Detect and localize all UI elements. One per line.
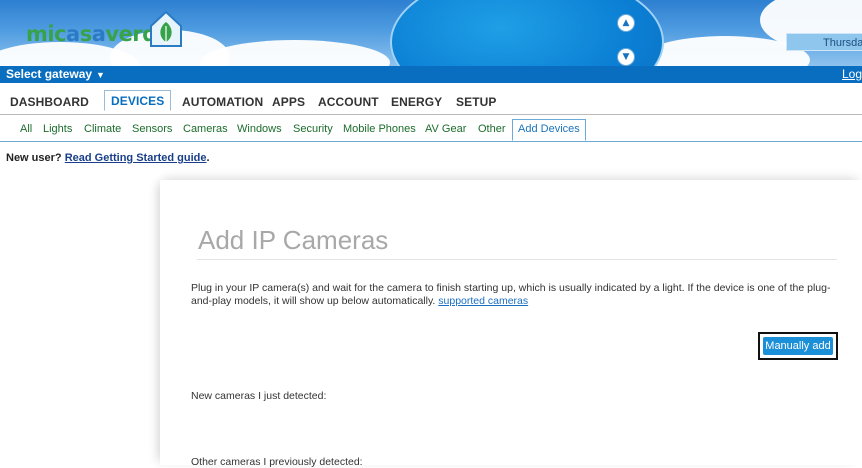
category-lights[interactable]: Lights <box>43 123 72 135</box>
gateway-bar: Select gateway ▼ Log <box>0 66 862 83</box>
manually-add-button[interactable]: Manually add <box>763 337 833 355</box>
logout-link[interactable]: Log <box>842 66 862 83</box>
new-user-suffix: . <box>206 152 210 164</box>
select-gateway-label: Select gateway <box>6 67 93 81</box>
main-nav: DASHBOARD DEVICES AUTOMATION APPS ACCOUN… <box>0 90 862 115</box>
tab-devices[interactable]: DEVICES <box>104 90 172 111</box>
category-all[interactable]: All <box>20 123 32 135</box>
category-windows[interactable]: Windows <box>237 123 282 135</box>
category-cameras[interactable]: Cameras <box>183 123 228 135</box>
new-user-prefix: New user? <box>6 152 62 164</box>
tab-apps[interactable]: APPS <box>272 95 305 109</box>
category-sensors[interactable]: Sensors <box>132 123 172 135</box>
manually-add-highlight: Manually add <box>758 332 838 360</box>
category-climate[interactable]: Climate <box>84 123 121 135</box>
category-av-gear[interactable]: AV Gear <box>425 123 466 135</box>
getting-started-link[interactable]: Read Getting Started guide <box>65 152 207 164</box>
scroll-down-icon[interactable]: ▼ <box>617 48 635 66</box>
date-display: Thursda <box>786 33 862 51</box>
chevron-down-icon: ▼ <box>96 70 105 80</box>
category-mobile-phones[interactable]: Mobile Phones <box>343 123 416 135</box>
logo-text: a <box>91 22 106 46</box>
page-title: Add IP Cameras <box>198 225 389 255</box>
tab-setup[interactable]: SETUP <box>456 95 497 109</box>
intro-text: Plug in your IP camera(s) and wait for t… <box>191 282 851 308</box>
category-other[interactable]: Other <box>478 123 506 135</box>
add-ip-cameras-panel: Add IP Cameras Plug in your IP camera(s)… <box>160 180 862 468</box>
logo-text: s <box>79 22 93 46</box>
scroll-up-icon[interactable]: ▲ <box>617 14 635 32</box>
title-divider <box>197 259 837 260</box>
logo-text: a <box>66 22 80 46</box>
new-user-notice: New user? Read Getting Started guide. <box>6 152 210 164</box>
tab-dashboard[interactable]: DASHBOARD <box>10 95 89 109</box>
device-category-nav: All Lights Climate Sensors Cameras Windo… <box>0 119 862 142</box>
new-cameras-label: New cameras I just detected: <box>191 390 327 402</box>
tab-automation[interactable]: AUTOMATION <box>182 95 263 109</box>
tab-account[interactable]: ACCOUNT <box>318 95 379 109</box>
house-leaf-icon <box>150 10 182 47</box>
header-banner: micasaverde ▲ ▼ Thursda <box>0 0 862 66</box>
globe-control: ▲ ▼ <box>390 0 664 66</box>
supported-cameras-link[interactable]: supported cameras <box>438 295 528 307</box>
cloud-decoration <box>200 40 390 66</box>
category-security[interactable]: Security <box>293 123 333 135</box>
logo-text: mic <box>26 22 67 46</box>
other-cameras-label: Other cameras I previously detected: <box>191 456 363 468</box>
select-gateway-dropdown[interactable]: Select gateway ▼ <box>6 66 105 84</box>
tab-energy[interactable]: ENERGY <box>391 95 442 109</box>
category-add-devices[interactable]: Add Devices <box>512 119 586 141</box>
